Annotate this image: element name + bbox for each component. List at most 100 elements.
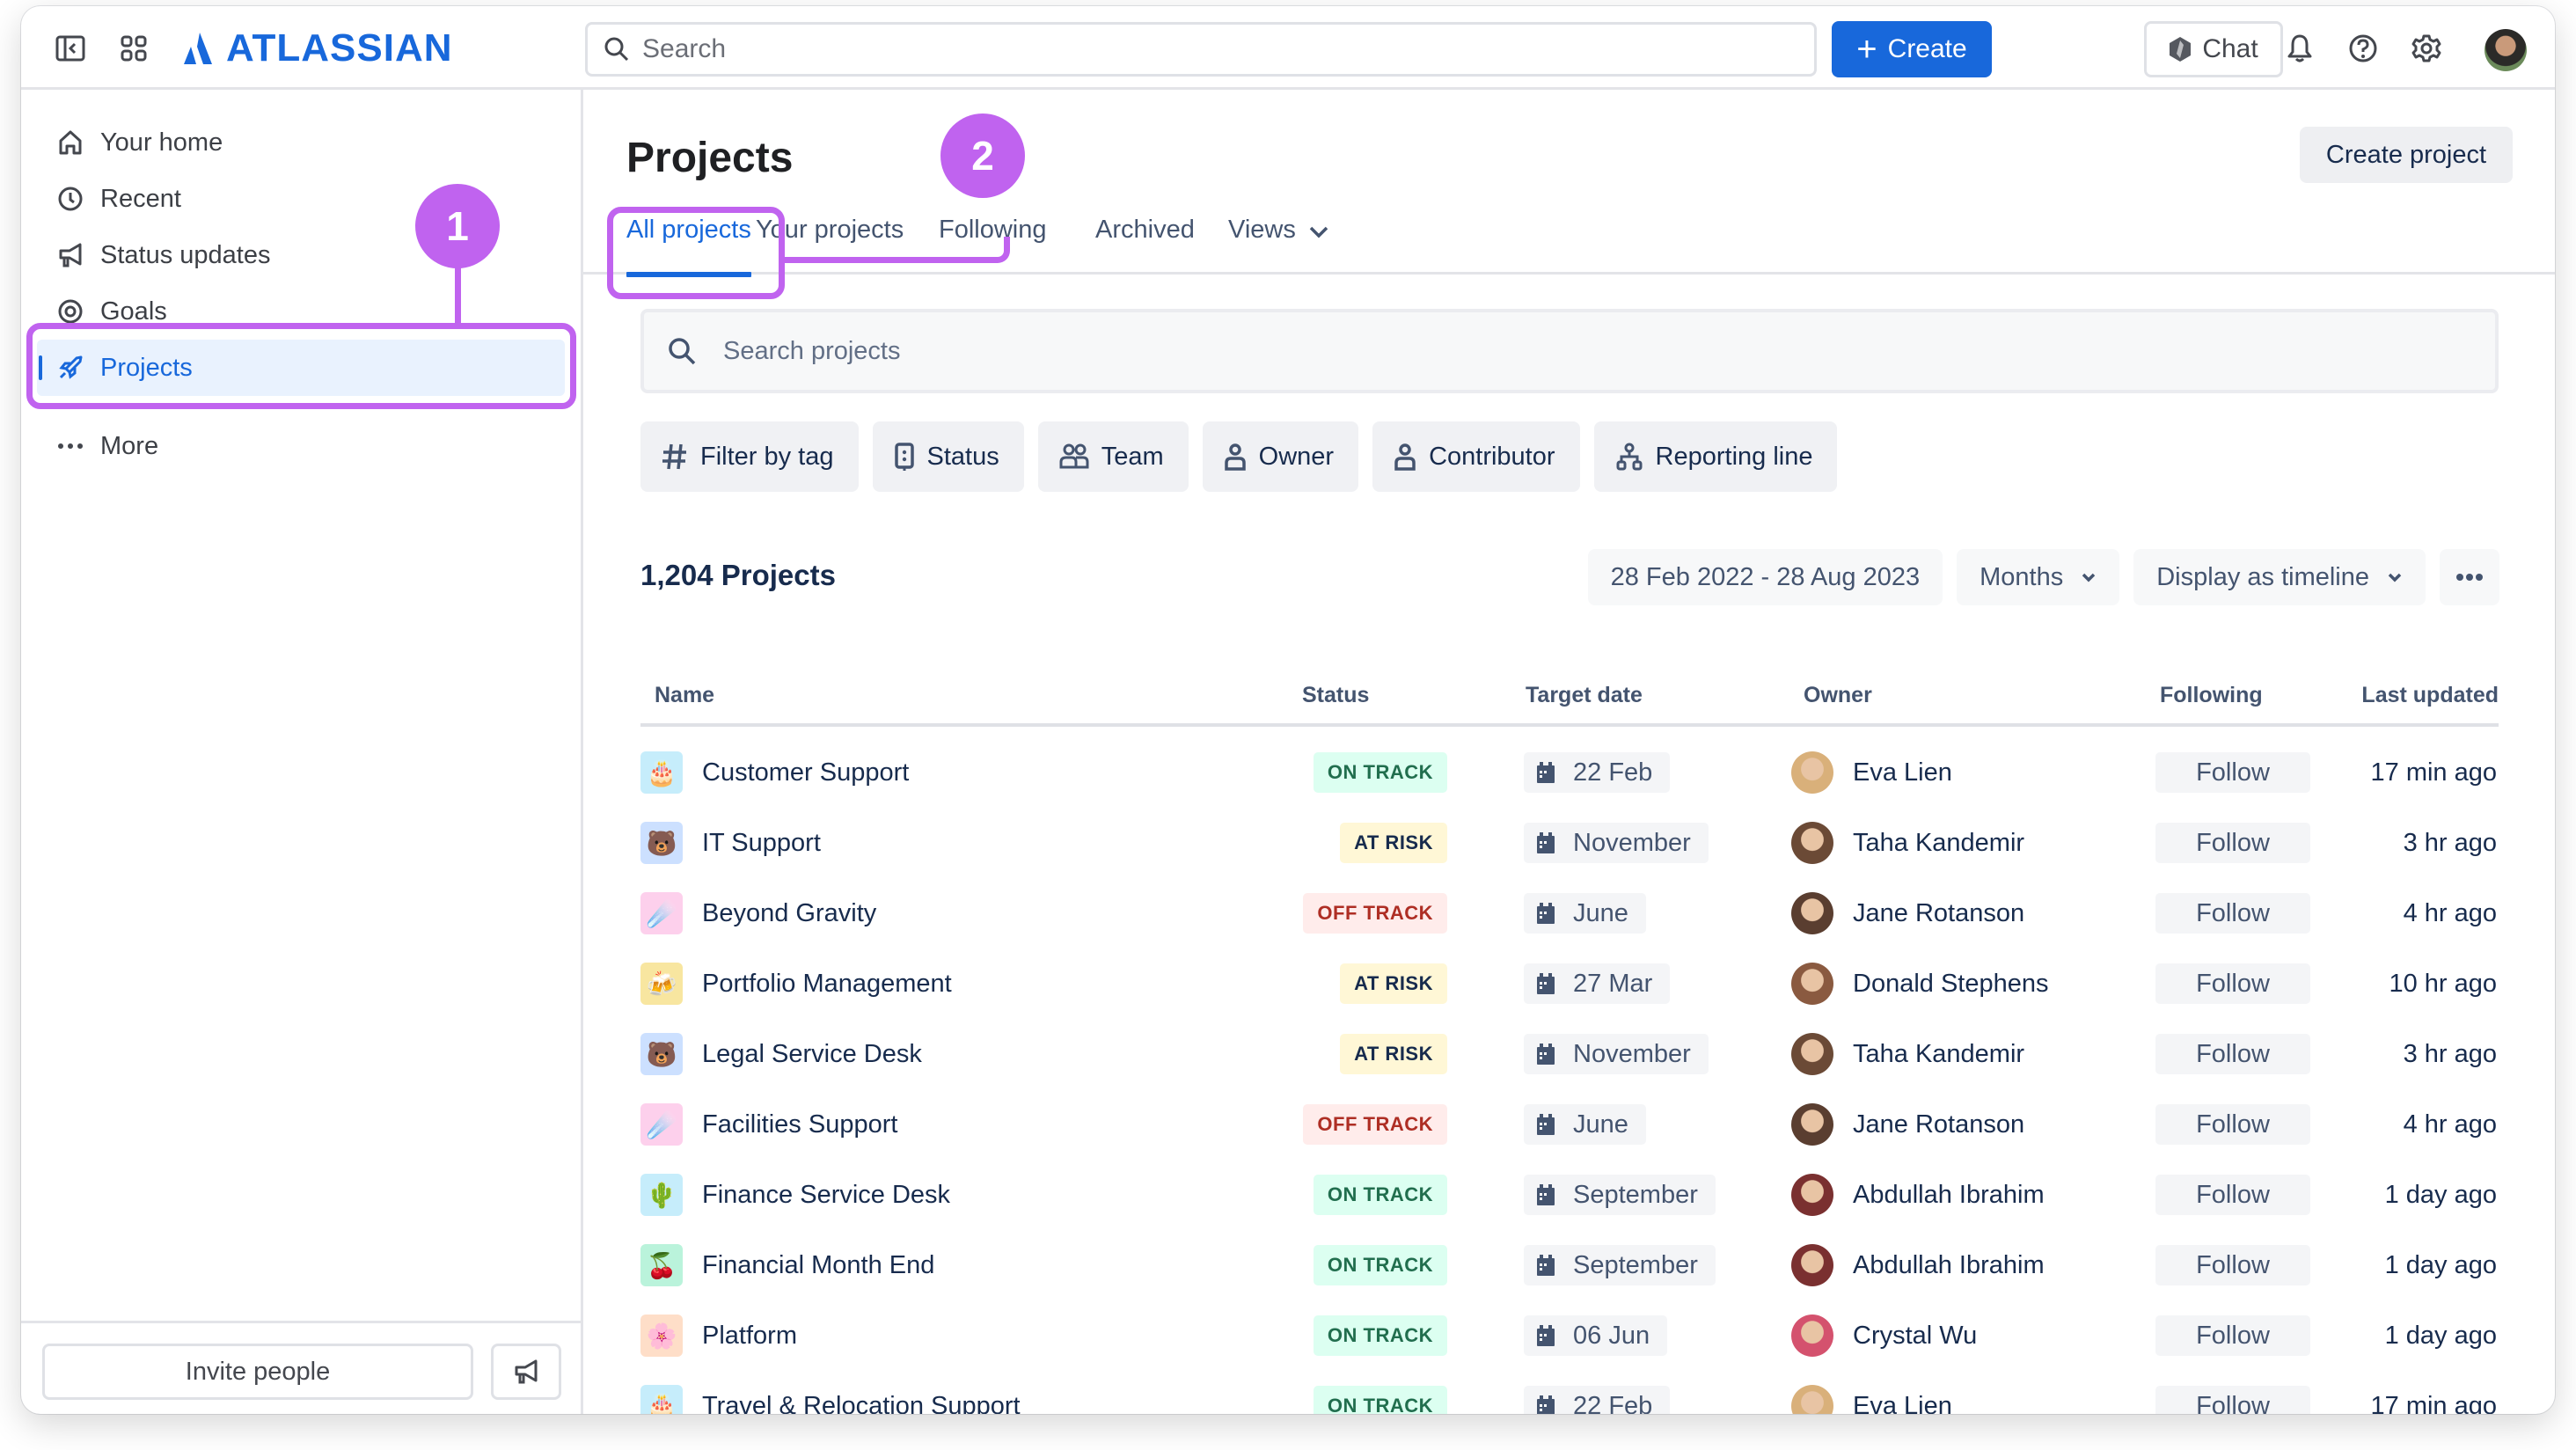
project-name-link[interactable]: Finance Service Desk xyxy=(702,1181,950,1210)
follow-button[interactable]: Follow xyxy=(2155,1104,2310,1145)
project-icon: 🎂 xyxy=(640,751,683,794)
app-switcher-icon[interactable] xyxy=(113,27,155,70)
chat-button[interactable]: Chat xyxy=(2144,21,2283,77)
table-row[interactable]: 🎂 Customer Support ON TRACK 22 Feb Eva Lien F… xyxy=(640,737,2499,808)
follow-button[interactable]: Follow xyxy=(2155,1386,2310,1414)
project-name-link[interactable]: Travel & Relocation Support xyxy=(702,1392,1021,1415)
column-header-owner[interactable]: Owner xyxy=(1804,683,1872,708)
target-date-chip[interactable]: 27 Mar xyxy=(1524,963,1671,1004)
avatar[interactable] xyxy=(1791,892,1833,934)
follow-button[interactable]: Follow xyxy=(2155,1245,2310,1285)
tab-your-projects[interactable]: Your projects xyxy=(756,209,904,275)
owner-name[interactable]: Donald Stephens xyxy=(1853,970,2049,999)
column-header-status[interactable]: Status xyxy=(1302,683,1369,708)
target-date-chip[interactable]: September xyxy=(1524,1245,1716,1285)
project-name-link[interactable]: Legal Service Desk xyxy=(702,1040,922,1069)
owner-name[interactable]: Abdullah Ibrahim xyxy=(1853,1251,2045,1280)
table-row[interactable]: 🌵 Finance Service Desk ON TRACK September Ab… xyxy=(640,1160,2499,1230)
project-name-link[interactable]: Customer Support xyxy=(702,758,909,787)
filter-contributor-button[interactable]: Contributor xyxy=(1372,421,1580,492)
display-mode-select[interactable]: Display as timeline xyxy=(2133,549,2426,605)
sidebar-item-more[interactable]: More xyxy=(37,418,565,474)
global-search-input[interactable]: Search xyxy=(585,22,1817,77)
sidebar-item-your-home[interactable]: Your home xyxy=(37,114,565,171)
table-row[interactable]: ☄️ Facilities Support OFF TRACK June Jane Ro… xyxy=(640,1089,2499,1160)
target-date-chip[interactable]: June xyxy=(1524,893,1646,934)
table-row[interactable]: 🎂 Travel & Relocation Support ON TRACK 22 F… xyxy=(640,1371,2499,1414)
owner-name[interactable]: Taha Kandemir xyxy=(1853,1040,2024,1069)
create-button[interactable]: + Create xyxy=(1832,21,1992,77)
follow-button[interactable]: Follow xyxy=(2155,823,2310,863)
target-date-chip[interactable]: 06 Jun xyxy=(1524,1315,1668,1356)
atlassian-logo[interactable]: ATLASSIAN xyxy=(182,26,453,70)
follow-button[interactable]: Follow xyxy=(2155,1175,2310,1215)
target-date-chip[interactable]: 22 Feb xyxy=(1524,752,1671,793)
target-date-chip[interactable]: 22 Feb xyxy=(1524,1386,1671,1414)
project-name-link[interactable]: Portfolio Management xyxy=(702,970,952,999)
owner-name[interactable]: Eva Lien xyxy=(1853,758,1952,787)
avatar[interactable] xyxy=(1791,751,1833,794)
project-name-link[interactable]: Platform xyxy=(702,1322,797,1351)
follow-button[interactable]: Follow xyxy=(2155,963,2310,1004)
project-name-link[interactable]: Financial Month End xyxy=(702,1251,934,1280)
table-row[interactable]: 🐻 IT Support AT RISK November Taha Kandemir F… xyxy=(640,808,2499,878)
tab-following[interactable]: Following xyxy=(939,209,1047,275)
tab-archived[interactable]: Archived xyxy=(1095,209,1195,275)
date-range-picker[interactable]: 28 Feb 2022 - 28 Aug 2023 xyxy=(1587,549,1943,605)
settings-gear-icon[interactable] xyxy=(2405,27,2448,70)
follow-button[interactable]: Follow xyxy=(2155,1034,2310,1074)
avatar[interactable] xyxy=(1791,822,1833,864)
avatar[interactable] xyxy=(1791,1033,1833,1075)
project-name-link[interactable]: IT Support xyxy=(702,829,821,858)
table-row[interactable]: 🐻 Legal Service Desk AT RISK November Taha K… xyxy=(640,1019,2499,1089)
filter-status-button[interactable]: Status xyxy=(872,421,1024,492)
target-date-chip[interactable]: November xyxy=(1524,823,1709,863)
owner-name[interactable]: Jane Rotanson xyxy=(1853,1110,2024,1139)
follow-button[interactable]: Follow xyxy=(2155,893,2310,934)
owner-name[interactable]: Jane Rotanson xyxy=(1853,899,2024,928)
owner-name[interactable]: Taha Kandemir xyxy=(1853,829,2024,858)
project-name-link[interactable]: Facilities Support xyxy=(702,1110,897,1139)
owner-name[interactable]: Crystal Wu xyxy=(1853,1322,1977,1351)
more-actions-button[interactable] xyxy=(2440,549,2499,605)
notifications-bell-icon[interactable] xyxy=(2279,27,2321,70)
create-project-button[interactable]: Create project xyxy=(2300,127,2513,183)
table-row[interactable]: 🌸 Platform ON TRACK 06 Jun Crystal Wu Follow 1… xyxy=(640,1300,2499,1371)
avatar[interactable] xyxy=(1791,963,1833,1005)
filter-reporting-line-button[interactable]: Reporting line xyxy=(1593,421,1838,492)
column-header-following[interactable]: Following xyxy=(2160,683,2263,708)
avatar[interactable] xyxy=(1791,1244,1833,1286)
target-date-chip[interactable]: November xyxy=(1524,1034,1709,1074)
column-header-name[interactable]: Name xyxy=(655,683,714,708)
tab-all-projects[interactable]: All projects xyxy=(626,209,751,277)
sidebar-item-projects[interactable]: Projects xyxy=(37,340,565,396)
table-row[interactable]: 🍒 Financial Month End ON TRACK September Abd… xyxy=(640,1230,2499,1300)
filter-team-button[interactable]: Team xyxy=(1037,421,1189,492)
avatar[interactable] xyxy=(1791,1315,1833,1357)
user-avatar[interactable] xyxy=(2485,29,2527,71)
invite-people-button[interactable]: Invite people xyxy=(42,1344,473,1400)
table-row[interactable]: ☄️ Beyond Gravity OFF TRACK June Jane Rotans… xyxy=(640,878,2499,948)
project-name-link[interactable]: Beyond Gravity xyxy=(702,899,876,928)
help-icon[interactable] xyxy=(2342,27,2384,70)
target-date-chip[interactable]: June xyxy=(1524,1104,1646,1145)
follow-button[interactable]: Follow xyxy=(2155,752,2310,793)
avatar[interactable] xyxy=(1791,1174,1833,1216)
granularity-select[interactable]: Months xyxy=(1957,549,2120,605)
filter-owner-button[interactable]: Owner xyxy=(1202,421,1359,492)
sidebar-toggle-icon[interactable] xyxy=(49,27,91,70)
feedback-button[interactable] xyxy=(491,1344,561,1400)
target-date-chip[interactable]: September xyxy=(1524,1175,1716,1215)
column-header-last-updated[interactable]: Last updated xyxy=(2361,683,2499,708)
sidebar-item-goals[interactable]: Goals xyxy=(37,283,565,340)
search-projects-input[interactable]: Search projects xyxy=(640,309,2499,393)
column-header-target-date[interactable]: Target date xyxy=(1526,683,1643,708)
tab-views[interactable]: Views xyxy=(1228,209,1329,275)
owner-name[interactable]: Abdullah Ibrahim xyxy=(1853,1181,2045,1210)
avatar[interactable] xyxy=(1791,1385,1833,1414)
follow-button[interactable]: Follow xyxy=(2155,1315,2310,1356)
owner-name[interactable]: Eva Lien xyxy=(1853,1392,1952,1415)
filter-by-tag-button[interactable]: Filter by tag xyxy=(640,421,859,492)
table-row[interactable]: 🍻 Portfolio Management AT RISK 27 Mar Donald… xyxy=(640,948,2499,1019)
avatar[interactable] xyxy=(1791,1103,1833,1146)
